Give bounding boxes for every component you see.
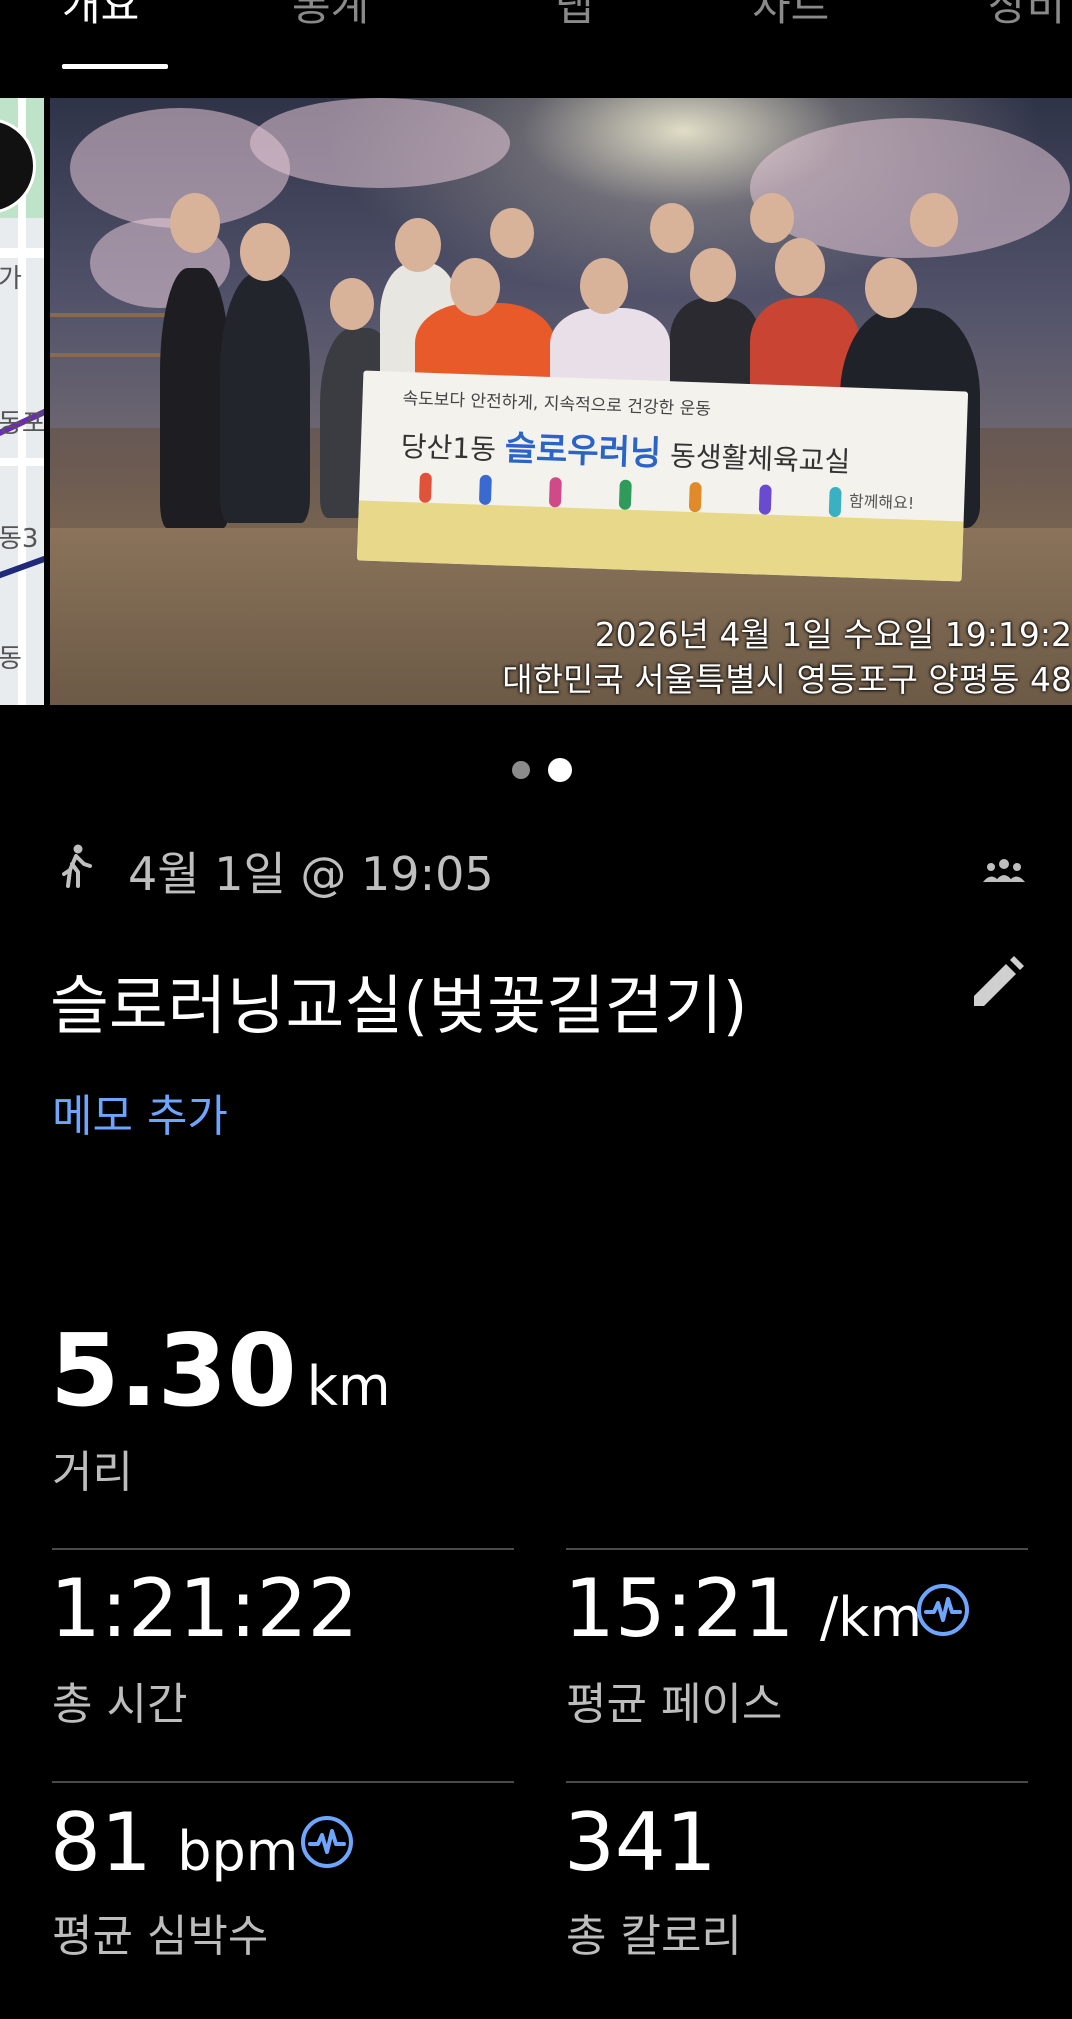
tab-bar: 개요 통계 랩 차트 장비 [0,0,1072,92]
tab-gear[interactable]: 장비 [988,0,1065,33]
pace-insight-icon[interactable] [916,1583,970,1637]
divider [52,1548,514,1550]
map-label: 동 [0,644,22,674]
avg-pace-value: 15:21 /km [564,1562,923,1655]
activity-photo[interactable]: 속도보다 안전하게, 지속적으로 건강한 운동 당산1동 슬로우러닝 동생활체육… [50,98,1072,705]
map-label: 가 [0,264,22,294]
banner-title: 당산1동 슬로우러닝 동생활체육교실 [400,428,851,479]
tab-stats[interactable]: 통계 [292,0,369,33]
group-icon[interactable] [982,858,1026,884]
active-tab-indicator [62,64,168,69]
map-label: 동3 [0,524,39,554]
map-label: 동포 [0,409,44,439]
activity-date: 4월 1일 @ 19:05 [128,847,494,901]
tab-charts[interactable]: 차트 [752,0,829,33]
carousel-pagination [0,757,1072,783]
divider [52,1781,514,1783]
divider [566,1781,1028,1783]
edit-pencil-icon[interactable] [968,954,1026,1012]
page-dot-active[interactable] [548,758,572,782]
photo-timestamp: 2026년 4월 1일 수요일 19:19:2 [594,615,1072,654]
photo-location: 대한민국 서울특별시 영등포구 양평동 48 [502,660,1072,699]
avg-hr-label: 평균 심박수 [52,1911,269,1962]
total-time-label: 총 시간 [52,1679,188,1730]
walk-icon [62,844,92,888]
distance-value: 5.30 km [50,1312,391,1429]
avg-hr-value: 81 bpm [50,1796,299,1889]
calories-label: 총 칼로리 [566,1911,742,1962]
add-memo-link[interactable]: 메모 추가 [52,1080,228,1144]
heart-rate-insight-icon[interactable] [300,1815,354,1869]
media-carousel[interactable]: 가 동포 동3 동 속도보다 안전하게, 지속적으로 건강한 운동 당산1동 슬… [0,98,1072,705]
event-banner: 속도보다 안전하게, 지속적으로 건강한 운동 당산1동 슬로우러닝 동생활체육… [356,370,969,582]
distance-label: 거리 [52,1447,133,1498]
banner-tagline: 속도보다 안전하게, 지속적으로 건강한 운동 [402,388,712,420]
route-map-thumbnail[interactable]: 가 동포 동3 동 [0,98,44,705]
banner-subtitle: 함께해요! [848,491,915,513]
calories-value: 341 [564,1796,717,1889]
avg-pace-label: 평균 페이스 [566,1679,783,1730]
activity-title: 슬로러닝교실(벚꽃길걷기) [50,970,748,1044]
total-time-value: 1:21:22 [50,1562,359,1655]
tab-overview[interactable]: 개요 [62,0,139,33]
page-dot[interactable] [512,761,530,779]
divider [566,1548,1028,1550]
tab-laps[interactable]: 랩 [555,0,594,33]
